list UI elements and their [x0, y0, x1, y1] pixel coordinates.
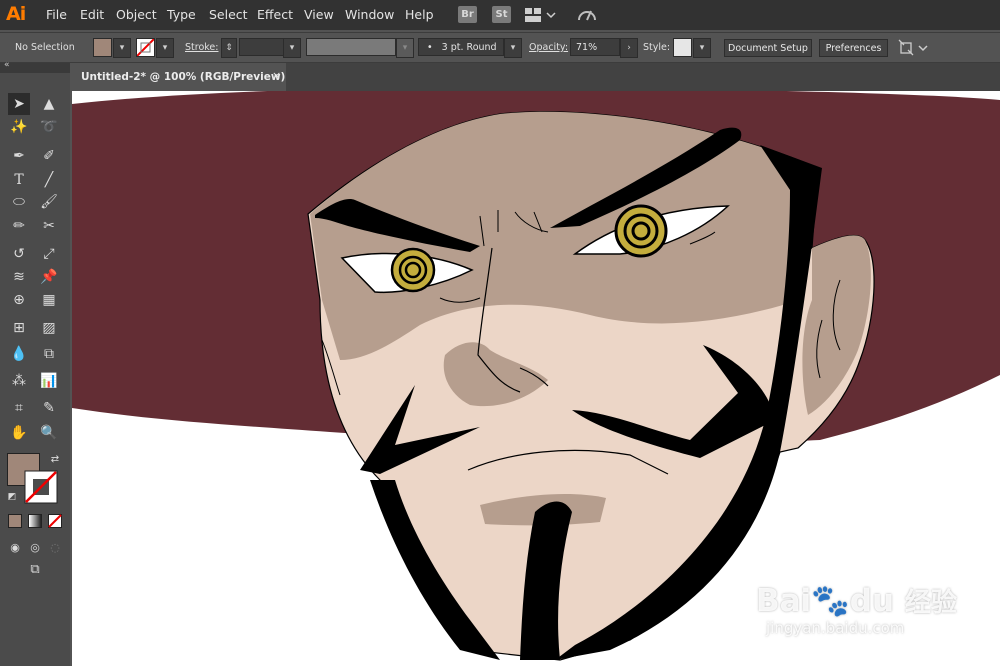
gradient-tool-icon[interactable]: ▨ [38, 317, 60, 339]
screen-mode-icon[interactable]: ⧉ [24, 559, 46, 581]
collapse-icon[interactable]: « [4, 60, 10, 70]
column-graph-tool-icon[interactable]: 📊 [38, 370, 60, 392]
menu-bar: Ai File Edit Object Type Select Effect V… [0, 0, 1000, 30]
menu-effect[interactable]: Effect [257, 7, 293, 22]
selection-tool-icon[interactable]: ➤ [8, 93, 30, 115]
scale-tool-icon[interactable]: ⤢ [38, 243, 60, 265]
brush-label: 3 pt. Round [441, 42, 497, 53]
style-label: Style: [643, 42, 671, 53]
line-segment-tool-icon[interactable]: ╱ [38, 169, 60, 191]
tools-panel: ➤ ▲ ✨ ➰ ✒ ✐ T ╱ ⬭ 🖌 ✏ ✂ ↺ ⤢ ≋ 📌 ⊕ ▦ ⊞ ▨ … [0, 73, 70, 666]
slice-tool-icon[interactable]: ✎ [38, 397, 60, 419]
menu-object[interactable]: Object [116, 7, 157, 22]
draw-normal-icon[interactable]: ◉ [4, 537, 26, 559]
document-tab-title: Untitled-2* @ 100% (RGB/Preview) [81, 71, 286, 83]
stroke-label[interactable]: Stroke: [185, 42, 218, 53]
stroke-weight-field[interactable] [239, 38, 284, 56]
none-mode-icon[interactable] [48, 514, 62, 528]
swap-fill-stroke-icon[interactable]: ⇄ [44, 449, 66, 471]
brush-definition[interactable]: • 3 pt. Round [418, 38, 504, 56]
artboard-canvas[interactable] [72, 91, 1000, 666]
watermark-cn: 经验 [904, 588, 957, 618]
pencil-tool-icon[interactable]: ✏ [8, 215, 30, 237]
watermark-brand-2: du [849, 583, 895, 619]
ellipse-tool-icon[interactable]: ⬭ [8, 191, 30, 213]
brush-dot-icon: • [427, 42, 433, 53]
paintbrush-tool-icon[interactable]: 🖌 [38, 191, 60, 213]
opacity-field[interactable]: 71% [570, 38, 620, 56]
brush-dropdown[interactable]: ▾ [504, 38, 522, 58]
watermark-brand: Bai [756, 583, 812, 619]
menu-view[interactable]: View [304, 7, 334, 22]
blend-tool-icon[interactable]: ⧉ [38, 343, 60, 365]
fill-dropdown[interactable]: ▾ [113, 38, 131, 58]
control-bar: No Selection ▾ ▾ Stroke: ⇕ ▾ ▾ • 3 pt. R… [0, 32, 1000, 63]
document-setup-button[interactable]: Document Setup [724, 39, 812, 57]
tools-panel-header[interactable]: « [0, 60, 70, 73]
menu-select[interactable]: Select [209, 7, 248, 22]
menu-file[interactable]: File [46, 7, 67, 22]
watermark-url: jingyan.baidu.com [766, 619, 905, 637]
artwork [72, 91, 1000, 661]
stroke-dropdown[interactable]: ▾ [156, 38, 174, 58]
arrange-icon[interactable] [898, 39, 930, 57]
menu-type[interactable]: Type [167, 7, 196, 22]
stroke-weight-stepper[interactable]: ⇕ [221, 38, 237, 58]
document-tab[interactable]: Untitled-2* @ 100% (RGB/Preview) × [72, 63, 286, 91]
warp-tool-icon[interactable]: ≋ [8, 266, 30, 288]
illustrator-logo: Ai [6, 3, 26, 25]
draw-inside-icon[interactable]: ◌ [44, 537, 66, 559]
stock-icon[interactable]: St [492, 6, 511, 23]
eyedropper-tool-icon[interactable]: 💧 [8, 343, 30, 365]
draw-behind-icon[interactable]: ◎ [24, 537, 46, 559]
document-tab-bar: Untitled-2* @ 100% (RGB/Preview) × [72, 63, 1000, 91]
gradient-mode-icon[interactable] [28, 514, 42, 528]
preferences-button[interactable]: Preferences [819, 39, 888, 57]
curvature-tool-icon[interactable]: ✐ [38, 145, 60, 167]
stroke-color-box[interactable] [24, 470, 58, 504]
color-mode-icon[interactable] [8, 514, 22, 528]
menu-window[interactable]: Window [345, 7, 394, 22]
scissors-tool-icon[interactable]: ✂ [38, 215, 60, 237]
shape-builder-tool-icon[interactable]: ⊕ [8, 289, 30, 311]
symbol-sprayer-tool-icon[interactable]: ⁂ [8, 370, 30, 392]
variable-width-profile[interactable] [306, 38, 396, 56]
pen-tool-icon[interactable]: ✒ [8, 145, 30, 167]
selection-status: No Selection [15, 42, 75, 53]
puppet-warp-tool-icon[interactable]: 📌 [38, 266, 60, 288]
perspective-grid-tool-icon[interactable]: ▦ [38, 289, 60, 311]
direct-selection-tool-icon[interactable]: ▲ [38, 93, 60, 115]
default-fill-stroke-icon[interactable]: ◩ [1, 486, 23, 508]
style-dropdown[interactable]: ▾ [693, 38, 711, 58]
type-tool-icon[interactable]: T [8, 169, 30, 191]
mesh-tool-icon[interactable]: ⊞ [8, 317, 30, 339]
gpu-performance-icon[interactable] [576, 5, 598, 25]
bridge-icon[interactable]: Br [458, 6, 477, 23]
graphic-style-swatch[interactable] [673, 38, 692, 57]
paw-icon: 🐾 [811, 583, 850, 619]
fill-swatch[interactable] [93, 38, 112, 57]
zoom-tool-icon[interactable]: 🔍 [38, 422, 60, 444]
opacity-arrow[interactable]: › [620, 38, 638, 58]
magic-wand-tool-icon[interactable]: ✨ [8, 116, 30, 138]
lasso-tool-icon[interactable]: ➰ [38, 116, 60, 138]
baidu-watermark: Bai🐾du 经验 jingyan.baidu.com [756, 585, 957, 637]
stroke-weight-dropdown[interactable]: ▾ [283, 38, 301, 58]
width-profile-dropdown[interactable]: ▾ [396, 38, 414, 58]
rotate-tool-icon[interactable]: ↺ [8, 243, 30, 265]
menu-edit[interactable]: Edit [80, 7, 104, 22]
artboard-tool-icon[interactable]: ⌗ [8, 397, 30, 419]
hand-tool-icon[interactable]: ✋ [8, 422, 30, 444]
menu-help[interactable]: Help [405, 7, 434, 22]
opacity-label[interactable]: Opacity: [529, 42, 568, 53]
arrange-documents-icon[interactable] [524, 7, 560, 23]
close-tab-icon[interactable]: × [272, 69, 281, 82]
stroke-swatch[interactable] [136, 38, 155, 57]
